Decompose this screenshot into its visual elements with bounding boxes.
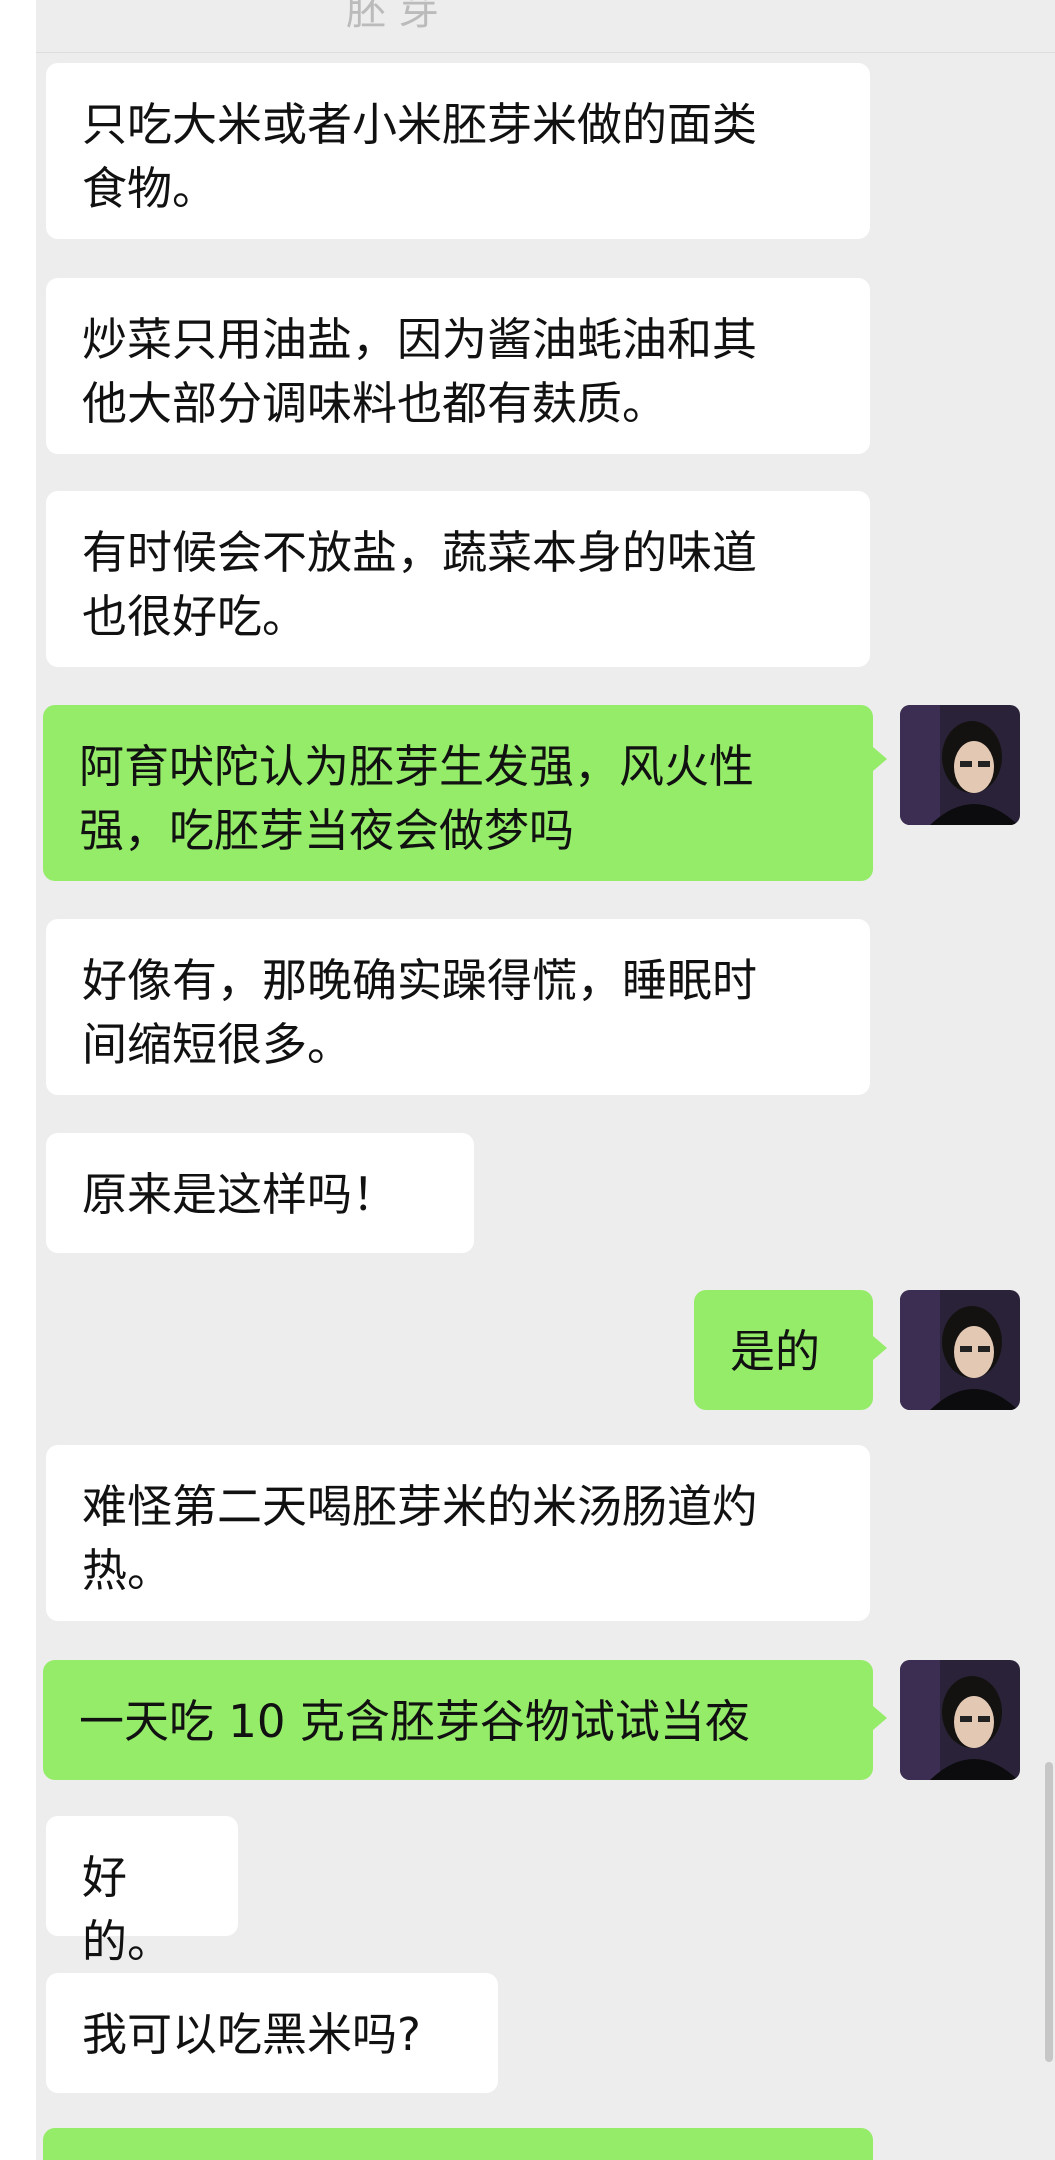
received-message-bubble[interactable]: 我可以吃黑米吗? xyxy=(46,1973,498,2093)
received-message-bubble[interactable]: 好像有，那晚确实躁得慌，睡眠时 间缩短很多。 xyxy=(46,919,870,1095)
received-message-bubble[interactable]: 炒菜只用油盐，因为酱油蚝油和其 他大部分调味料也都有麸质。 xyxy=(46,278,870,454)
sent-message-bubble[interactable]: 是的 xyxy=(694,1290,873,1410)
received-message-bubble[interactable]: 原来是这样吗！ xyxy=(46,1133,474,1253)
clipped-chat-title: 胚 芽 xyxy=(346,0,439,34)
user-avatar-icon[interactable] xyxy=(900,1290,1020,1410)
sent-message-bubble[interactable] xyxy=(43,2128,873,2160)
sent-bubble-tail xyxy=(873,747,887,771)
header-divider xyxy=(36,52,1055,53)
received-message-bubble[interactable]: 只吃大米或者小米胚芽米做的面类 食物。 xyxy=(46,63,870,239)
chat-view: 胚 芽 只吃大米或者小米胚芽米做的面类 食物。 炒菜只用油盐，因为酱油蚝油和其 … xyxy=(36,0,1055,2160)
sent-bubble-tail xyxy=(873,1336,887,1360)
received-message-bubble[interactable]: 好的。 xyxy=(46,1816,238,1968)
received-message-bubble[interactable]: 难怪第二天喝胚芽米的米汤肠道灼 热。 xyxy=(46,1445,870,1621)
sent-bubble-tail xyxy=(873,1706,887,1730)
user-avatar-icon[interactable] xyxy=(900,1660,1020,1780)
user-avatar-icon[interactable] xyxy=(900,705,1020,825)
scrollbar[interactable] xyxy=(1045,1762,1053,2062)
sent-message-bubble[interactable]: 一天吃 10 克含胚芽谷物试试当夜 xyxy=(43,1660,873,1780)
received-message-bubble[interactable]: 有时候会不放盐，蔬菜本身的味道 也很好吃。 xyxy=(46,491,870,667)
sent-message-bubble[interactable]: 阿育吠陀认为胚芽生发强，风火性 强，吃胚芽当夜会做梦吗 xyxy=(43,705,873,881)
